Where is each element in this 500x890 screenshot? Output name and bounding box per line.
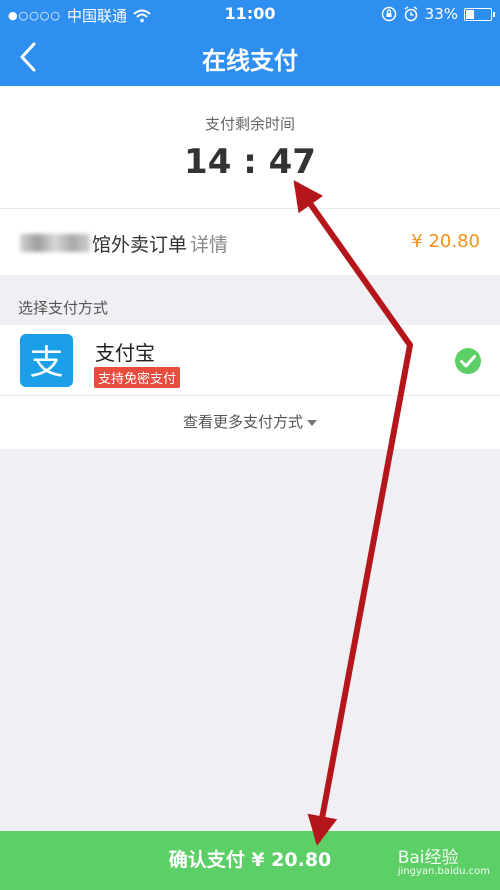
order-summary-row: 馆外卖订单 详情 ¥ 20.80 (0, 208, 500, 275)
countdown-panel: 支付剩余时间 14 : 47 (0, 86, 500, 208)
alarm-icon (404, 6, 418, 22)
check-circle-icon (455, 348, 481, 374)
watermark-brand: Bai经验 (397, 848, 459, 868)
status-right: 33% (381, 5, 495, 23)
page-title: 在线支付 (202, 47, 298, 75)
blurred-merchant-name (20, 234, 90, 252)
countdown-value: 14 : 47 (184, 142, 316, 182)
dropdown-caret-icon (307, 419, 317, 426)
status-bar: ●○○○○ 中国联通 11:00 33% (0, 0, 500, 28)
order-detail-link[interactable]: 详情 (190, 230, 228, 257)
payment-methods-panel: 支 支付宝 支持免密支付 查看更多支付方式 (0, 325, 500, 449)
more-payment-methods-link[interactable]: 查看更多支付方式 (0, 411, 500, 432)
alipay-logo-icon: 支 (20, 334, 73, 387)
baidu-jingyan-watermark: Bai经验 jingyan.baidu.com (398, 843, 490, 877)
password-free-badge: 支持免密支付 (94, 367, 181, 388)
watermark-url: jingyan.baidu.com (397, 866, 490, 877)
countdown-label: 支付剩余时间 (204, 115, 295, 133)
payment-option-alipay[interactable]: 支 支付宝 支持免密支付 (0, 325, 500, 395)
divider (0, 395, 500, 396)
battery-percent: 33% (424, 5, 458, 23)
nav-bar: 在线支付 (0, 28, 500, 86)
order-name: 馆外卖订单 (92, 234, 188, 256)
payment-option-name: 支付宝 (95, 341, 155, 365)
alipay-logo-glyph: 支 (30, 343, 64, 383)
payment-section-label: 选择支付方式 (18, 299, 109, 317)
confirm-payment-label: 确认支付 ¥ 20.80 (168, 849, 332, 871)
orientation-lock-icon (381, 6, 396, 22)
order-amount: ¥ 20.80 (411, 231, 480, 252)
battery-icon (464, 7, 495, 21)
more-payment-methods-label: 查看更多支付方式 (182, 413, 303, 431)
